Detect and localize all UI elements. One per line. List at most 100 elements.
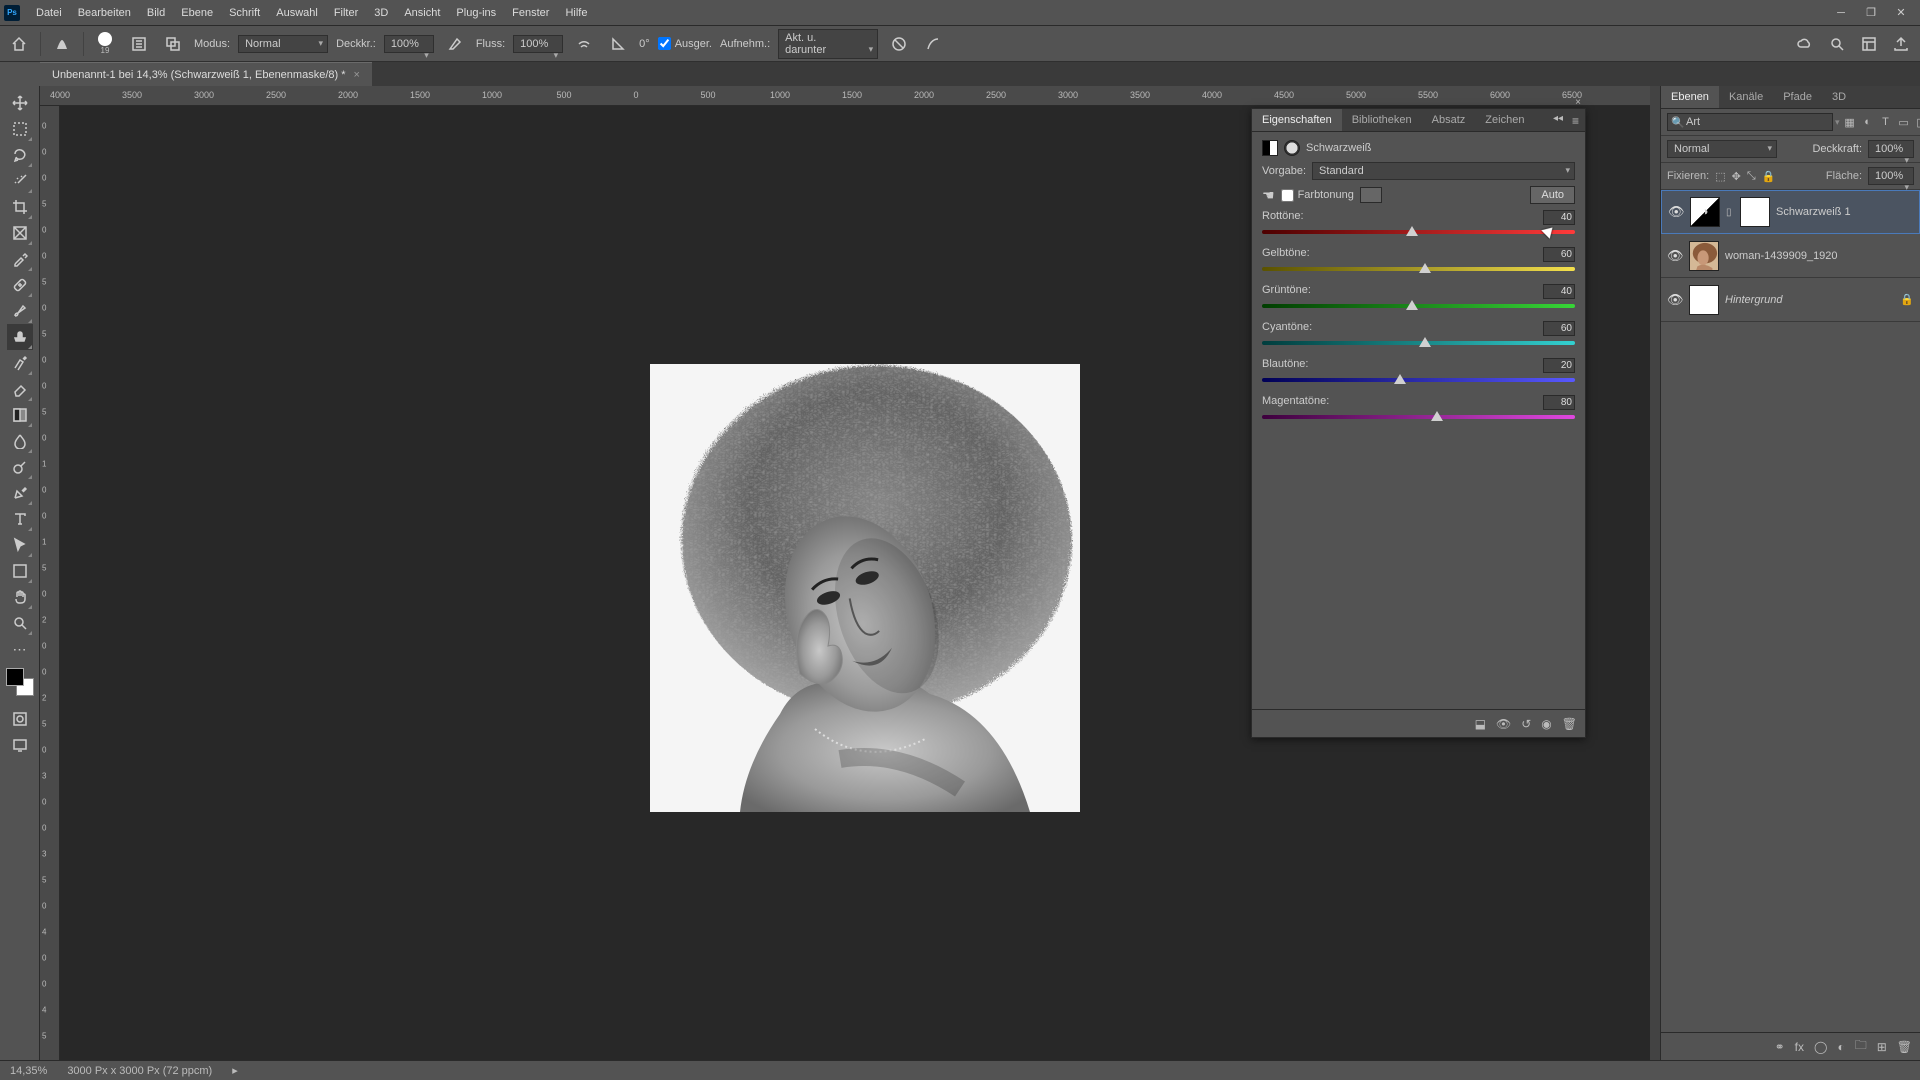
window-close-button[interactable]: ✕ bbox=[1886, 0, 1916, 26]
lock-nesting-icon[interactable]: ⤡ bbox=[1747, 170, 1756, 183]
opacity-input[interactable]: 100% bbox=[384, 35, 434, 53]
visibility-toggle[interactable]: 👁 bbox=[1668, 204, 1684, 220]
close-icon[interactable]: × bbox=[354, 69, 360, 81]
airbrush-icon[interactable] bbox=[571, 31, 597, 57]
delete-icon[interactable]: 🗑 bbox=[1562, 717, 1577, 731]
tint-checkbox[interactable]: Farbtonung bbox=[1281, 189, 1354, 202]
color-slider[interactable] bbox=[1262, 338, 1575, 348]
color-slider[interactable] bbox=[1262, 301, 1575, 311]
layer-row[interactable]: 👁 Hintergrund 🔒 bbox=[1661, 278, 1920, 322]
menu-select[interactable]: Auswahl bbox=[268, 4, 326, 22]
eyedropper-tool[interactable] bbox=[7, 246, 33, 272]
brush-settings-button[interactable] bbox=[126, 31, 152, 57]
filter-shape-icon[interactable]: ▭ bbox=[1896, 114, 1912, 130]
layer-blend-select[interactable]: Normal bbox=[1667, 140, 1777, 158]
slider-value-input[interactable] bbox=[1543, 321, 1575, 336]
panel-menu-icon[interactable]: ≡ bbox=[1572, 114, 1579, 128]
preset-select[interactable]: Standard bbox=[1312, 162, 1575, 180]
fill-input[interactable]: 100% bbox=[1868, 167, 1914, 185]
lock-all-icon[interactable]: 🔒 bbox=[1762, 170, 1776, 183]
tint-swatch[interactable] bbox=[1360, 187, 1382, 203]
tool-preset-button[interactable] bbox=[49, 31, 75, 57]
filter-adjust-icon[interactable]: ◐ bbox=[1860, 114, 1876, 130]
search-icon[interactable] bbox=[1824, 31, 1850, 57]
window-maximize-button[interactable]: ❐ bbox=[1856, 0, 1886, 26]
blend-mode-select[interactable]: Normal bbox=[238, 35, 328, 53]
menu-help[interactable]: Hilfe bbox=[557, 4, 595, 22]
tab-channels[interactable]: Kanäle bbox=[1719, 86, 1773, 108]
link-layers-icon[interactable]: ⚭ bbox=[1775, 1040, 1785, 1054]
color-slider[interactable] bbox=[1262, 264, 1575, 274]
menu-image[interactable]: Bild bbox=[139, 4, 173, 22]
mask-mode-icon[interactable] bbox=[1284, 140, 1300, 156]
shape-tool[interactable] bbox=[7, 558, 33, 584]
crop-tool[interactable] bbox=[7, 194, 33, 220]
document-tab[interactable]: Unbenannt-1 bei 14,3% (Schwarzweiß 1, Eb… bbox=[40, 62, 372, 86]
type-tool[interactable] bbox=[7, 506, 33, 532]
document-dimensions[interactable]: 3000 Px x 3000 Px (72 ppcm) bbox=[67, 1065, 212, 1077]
layer-opacity-input[interactable]: 100% bbox=[1868, 140, 1914, 158]
aligned-checkbox[interactable]: Ausger. bbox=[658, 37, 712, 50]
mask-thumb[interactable] bbox=[1740, 197, 1770, 227]
brush-tool[interactable] bbox=[7, 298, 33, 324]
toggle-visibility-icon[interactable]: ◉ bbox=[1541, 717, 1551, 731]
layer-row[interactable]: 👁 ◑ ▯ Schwarzweiß 1 bbox=[1661, 190, 1920, 234]
layer-kind-filter[interactable] bbox=[1667, 113, 1833, 131]
reset-icon[interactable]: ↺ bbox=[1521, 717, 1531, 731]
filter-smart-icon[interactable]: ◫ bbox=[1914, 114, 1920, 130]
screen-mode-button[interactable] bbox=[7, 732, 33, 758]
gradient-tool[interactable] bbox=[7, 402, 33, 428]
frame-tool[interactable] bbox=[7, 220, 33, 246]
visibility-toggle[interactable]: 👁 bbox=[1667, 248, 1683, 264]
edit-toolbar-button[interactable]: ⋯ bbox=[7, 636, 33, 662]
color-slider[interactable] bbox=[1262, 375, 1575, 385]
layer-name[interactable]: Schwarzweiß 1 bbox=[1776, 206, 1913, 218]
collapse-icon[interactable]: ◂◂ bbox=[1553, 113, 1563, 124]
angle-value[interactable]: 0° bbox=[639, 38, 650, 50]
magic-wand-tool[interactable] bbox=[7, 168, 33, 194]
menu-plugins[interactable]: Plug-ins bbox=[448, 4, 504, 22]
slider-value-input[interactable] bbox=[1543, 210, 1575, 225]
color-swatches[interactable] bbox=[6, 668, 34, 696]
layer-row[interactable]: 👁 woman-1439909_1920 bbox=[1661, 234, 1920, 278]
group-icon[interactable]: 🗀 bbox=[1855, 1036, 1867, 1057]
menu-view[interactable]: Ansicht bbox=[396, 4, 448, 22]
menu-window[interactable]: Fenster bbox=[504, 4, 557, 22]
flow-input[interactable]: 100% bbox=[513, 35, 563, 53]
window-minimize-button[interactable]: ─ bbox=[1826, 0, 1856, 26]
filter-pixel-icon[interactable]: ▦ bbox=[1842, 114, 1858, 130]
slider-value-input[interactable] bbox=[1543, 358, 1575, 373]
delete-icon[interactable]: 🗑 bbox=[1897, 1040, 1912, 1054]
document-canvas[interactable] bbox=[650, 364, 1080, 812]
menu-layer[interactable]: Ebene bbox=[173, 4, 221, 22]
move-tool[interactable] bbox=[7, 90, 33, 116]
clone-source-button[interactable] bbox=[160, 31, 186, 57]
zoom-level[interactable]: 14,35% bbox=[10, 1065, 47, 1077]
auto-button[interactable]: Auto bbox=[1530, 186, 1575, 204]
status-flyout-icon[interactable]: ▸ bbox=[232, 1064, 238, 1077]
tab-paragraph[interactable]: Absatz bbox=[1422, 109, 1476, 131]
layer-thumb[interactable] bbox=[1689, 241, 1719, 271]
tab-paths[interactable]: Pfade bbox=[1773, 86, 1822, 108]
dodge-tool[interactable] bbox=[7, 454, 33, 480]
tab-character[interactable]: Zeichen bbox=[1475, 109, 1534, 131]
workspace-icon[interactable] bbox=[1856, 31, 1882, 57]
clone-stamp-tool[interactable] bbox=[7, 324, 33, 350]
mask-icon[interactable]: ◯ bbox=[1814, 1040, 1827, 1054]
adjustment-icon[interactable]: ◐ bbox=[1837, 1040, 1844, 1054]
tab-properties[interactable]: Eigenschaften bbox=[1252, 109, 1342, 131]
hand-target-icon[interactable]: ☚ bbox=[1262, 187, 1275, 204]
cloud-docs-icon[interactable] bbox=[1792, 31, 1818, 57]
layer-name[interactable]: Hintergrund bbox=[1725, 294, 1894, 306]
path-select-tool[interactable] bbox=[7, 532, 33, 558]
lock-pixels-icon[interactable]: ⬚ bbox=[1715, 170, 1725, 183]
pressure-size-icon[interactable] bbox=[920, 31, 946, 57]
history-brush-tool[interactable] bbox=[7, 350, 33, 376]
slider-value-input[interactable] bbox=[1543, 284, 1575, 299]
menu-file[interactable]: Datei bbox=[28, 4, 70, 22]
sample-select[interactable]: Akt. u. darunter bbox=[778, 29, 878, 59]
tab-libraries[interactable]: Bibliotheken bbox=[1342, 109, 1422, 131]
slider-value-input[interactable] bbox=[1543, 247, 1575, 262]
pen-tool[interactable] bbox=[7, 480, 33, 506]
home-icon[interactable] bbox=[6, 31, 32, 57]
